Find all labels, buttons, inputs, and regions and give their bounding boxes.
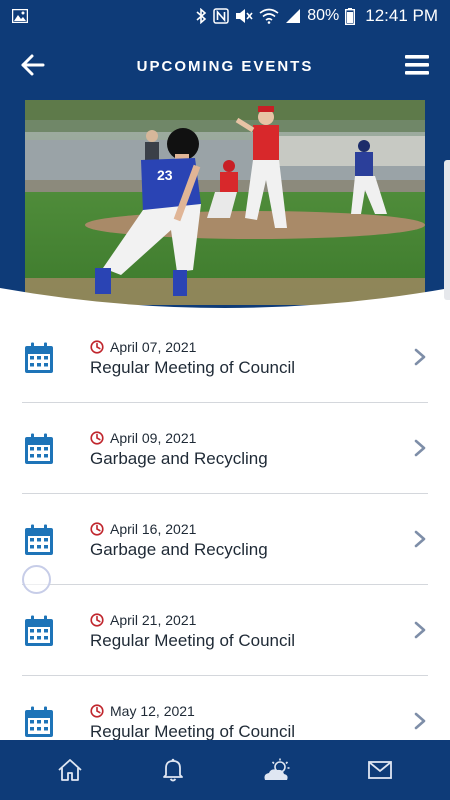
app-header: UPCOMING EVENTS — [0, 32, 450, 100]
chevron-right-icon[interactable] — [414, 621, 426, 639]
hero-banner: 23 — [0, 100, 450, 315]
calendar-icon — [25, 706, 53, 737]
scroll-indicator[interactable] — [444, 160, 450, 300]
touch-ripple — [22, 565, 51, 594]
clock-icon — [90, 522, 104, 536]
event-list-item[interactable]: April 07, 2021 Regular Meeting of Counci… — [22, 312, 428, 403]
back-arrow-icon[interactable] — [20, 52, 46, 78]
mute-icon — [236, 9, 253, 23]
clock-icon — [90, 431, 104, 445]
calendar-icon — [25, 433, 53, 464]
svg-text:23: 23 — [157, 167, 173, 183]
event-title: Garbage and Recycling — [90, 540, 268, 559]
bluetooth-icon — [196, 8, 207, 24]
gallery-notification-icon — [12, 9, 28, 23]
chevron-right-icon[interactable] — [414, 712, 426, 730]
event-date-row: April 09, 2021 — [90, 430, 196, 446]
event-list-item[interactable]: April 09, 2021 Garbage and Recycling — [22, 403, 428, 494]
event-date-row: April 16, 2021 — [90, 521, 196, 537]
clock-icon — [90, 340, 104, 354]
event-date: April 16, 2021 — [110, 521, 197, 537]
bell-icon — [163, 758, 184, 782]
page-title: UPCOMING EVENTS — [136, 57, 314, 75]
weather-icon — [264, 758, 290, 780]
event-date: April 09, 2021 — [110, 430, 197, 446]
home-icon — [58, 759, 82, 781]
nav-home-button[interactable] — [42, 750, 98, 790]
chevron-right-icon[interactable] — [414, 530, 426, 548]
event-date: April 21, 2021 — [110, 612, 197, 628]
signal-icon — [286, 9, 301, 23]
clock-icon — [90, 613, 104, 627]
event-list-item[interactable]: April 16, 2021 Garbage and Recycling — [22, 494, 428, 585]
event-date: April 07, 2021 — [110, 339, 197, 355]
events-list: April 07, 2021 Regular Meeting of Counci… — [0, 312, 450, 767]
event-date-row: April 07, 2021 — [90, 339, 196, 355]
hamburger-menu-icon[interactable] — [404, 53, 430, 77]
event-title: Garbage and Recycling — [90, 449, 268, 468]
event-title: Regular Meeting of Council — [90, 722, 296, 741]
hero-curve-divider — [0, 288, 450, 315]
battery-icon — [345, 7, 356, 25]
nav-weather-button[interactable] — [249, 750, 305, 790]
status-right: 80% 12:41 PM — [195, 6, 438, 26]
baseball-photo: 23 — [25, 100, 425, 305]
event-list-item[interactable]: April 21, 2021 Regular Meeting of Counci… — [22, 585, 428, 676]
status-left — [12, 9, 28, 23]
clock-icon — [90, 704, 104, 718]
mail-icon — [368, 761, 393, 779]
event-title: Regular Meeting of Council — [90, 358, 296, 377]
calendar-icon — [25, 524, 53, 555]
event-date: May 12, 2021 — [110, 703, 195, 719]
wifi-icon — [259, 8, 279, 24]
battery-percentage: 80% — [307, 7, 340, 24]
bottom-navigation — [0, 740, 450, 800]
calendar-icon — [25, 615, 53, 646]
chevron-right-icon[interactable] — [414, 348, 426, 366]
nfc-icon — [213, 8, 229, 24]
event-title: Regular Meeting of Council — [90, 631, 296, 650]
chevron-right-icon[interactable] — [414, 439, 426, 457]
nav-notifications-button[interactable] — [145, 750, 201, 790]
calendar-icon — [25, 342, 53, 373]
event-date-row: April 21, 2021 — [90, 612, 196, 628]
status-time: 12:41 PM — [365, 6, 438, 25]
nav-mail-button[interactable] — [352, 750, 408, 790]
event-date-row: May 12, 2021 — [90, 703, 195, 719]
status-bar: 80% 12:41 PM — [0, 0, 450, 32]
